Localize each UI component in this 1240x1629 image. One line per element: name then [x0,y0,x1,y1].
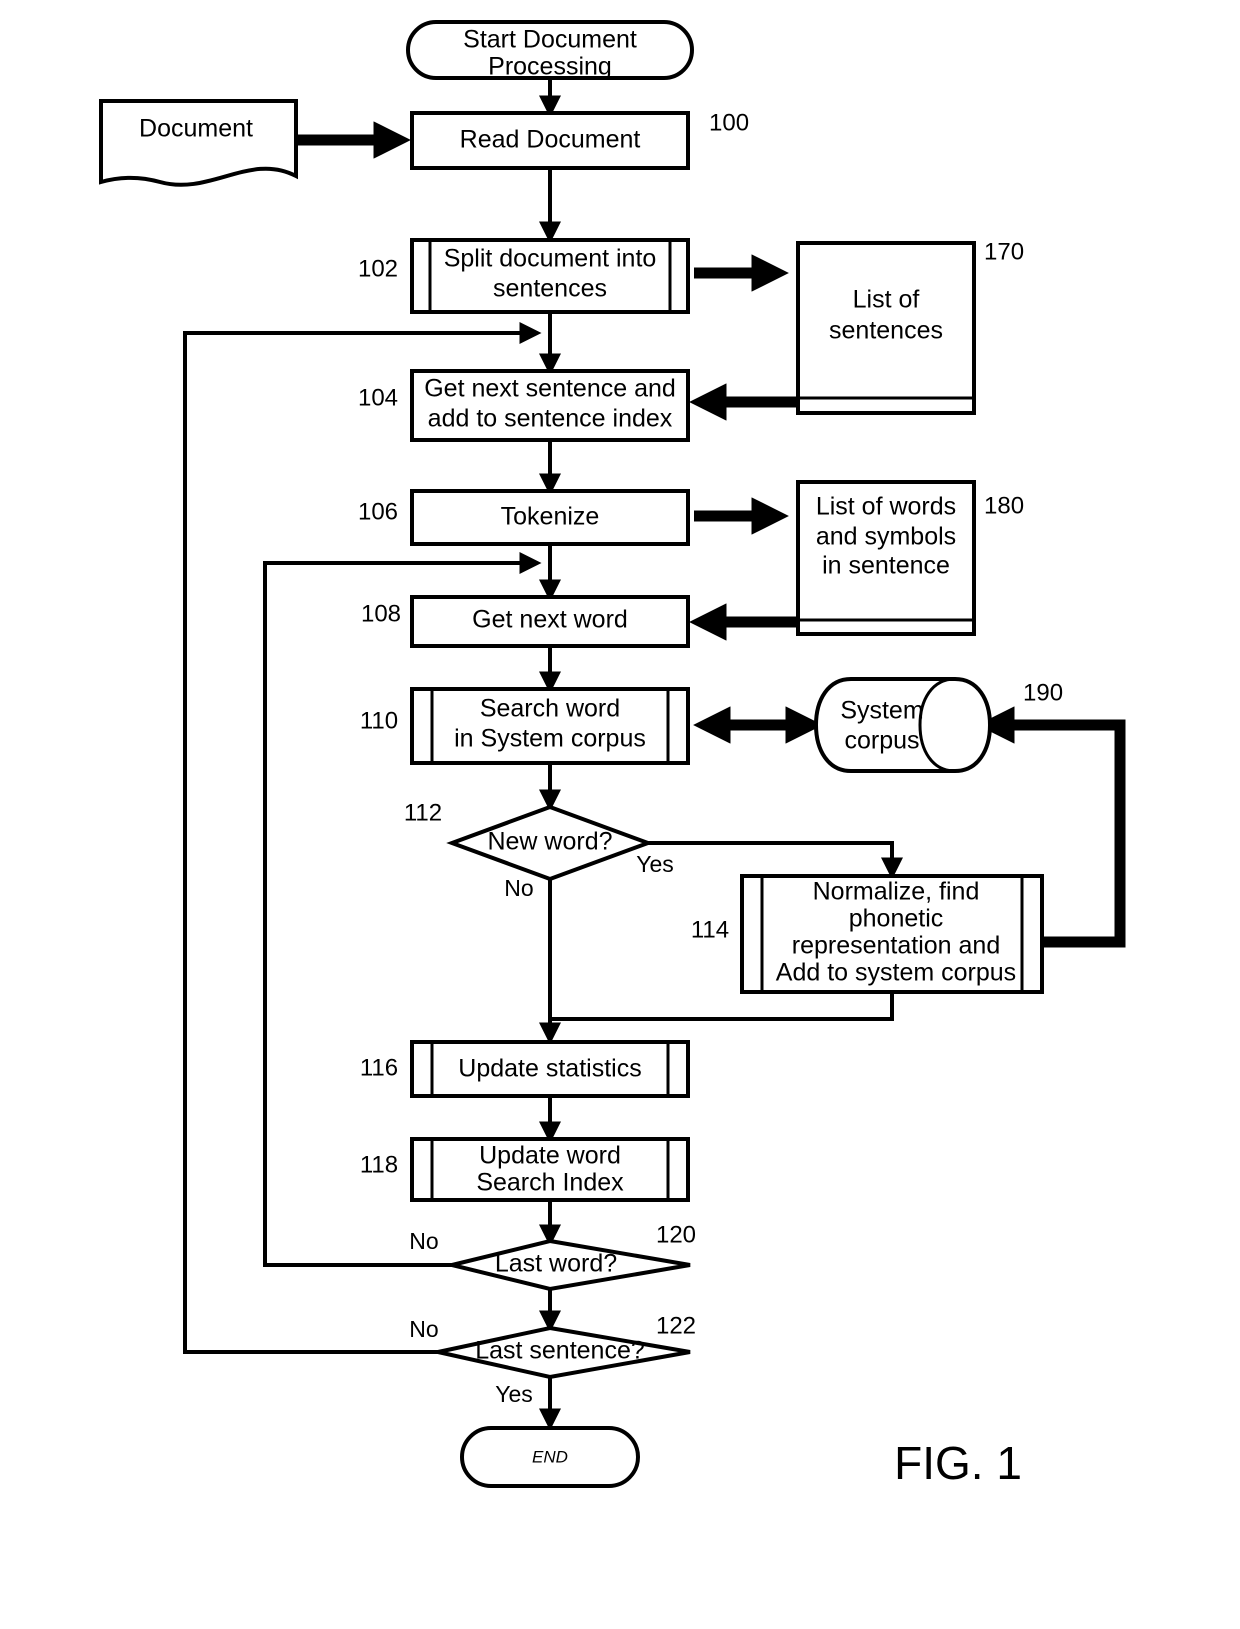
connector-normalize-to-mainflow [550,992,894,1021]
node-system-corpus-label-line1: System [840,697,923,725]
node-list-of-sentences: List of sentences 170 [796,238,1024,415]
node-normalize-label-line3: representation and [792,932,1000,960]
node-document-input: Document [99,99,298,187]
node-end: END [460,1426,640,1488]
node-get-next-sentence-label-line1: Get next sentence and [424,375,676,403]
node-update-search-index-label-line1: Update word [479,1142,621,1170]
ref-number-104: 104 [358,384,398,411]
node-list-of-words: List of words and symbols in sentence 18… [796,480,1024,636]
node-split-document-label-line2: sentences [493,275,607,303]
ref-number-114: 114 [691,916,729,943]
node-update-statistics-label: Update statistics [458,1055,641,1083]
ref-number-106: 106 [358,498,398,525]
node-normalize-label-line1: Normalize, find [813,878,980,906]
node-read-document-label: Read Document [460,126,641,154]
edge-label-last-word-no: No [409,1228,438,1254]
edge-label-new-word-no: No [504,875,533,901]
node-last-word-label: Last word? [495,1250,617,1278]
node-list-of-words-label-line3: in sentence [822,552,950,580]
node-search-word: Search word in System corpus 110 [360,687,690,765]
node-start-label-line1: Start Document [463,26,637,54]
node-update-search-index-label-line2: Search Index [476,1169,624,1197]
node-new-word-decision: New word? 112 Yes No [404,799,674,901]
node-end-label: END [532,1447,568,1466]
node-get-next-sentence-label-line2: add to sentence index [428,405,673,433]
node-start: Start Document Processing [406,20,694,81]
ref-number-180: 180 [984,492,1024,519]
node-list-of-sentences-label-line1: List of [853,286,920,314]
flowchart-diagram: Start Document Processing Document Read … [99,20,1126,1489]
node-last-word-decision: Last word? 120 No [409,1221,696,1292]
ref-number-170: 170 [984,238,1024,265]
node-last-sentence-decision: Last sentence? 122 No Yes [409,1312,696,1407]
node-list-of-words-label-line1: List of words [816,493,956,521]
node-search-word-label-line2: in System corpus [454,725,646,753]
node-normalize: Normalize, find phonetic representation … [691,874,1044,994]
node-split-document-label-line1: Split document into [444,245,657,273]
node-tokenize-label: Tokenize [501,503,600,531]
node-start-label-line2: Processing [488,53,612,81]
ref-number-120: 120 [656,1221,696,1248]
figure-label: FIG. 1 [894,1437,1022,1489]
node-get-next-word: Get next word 108 [361,595,690,648]
node-search-word-label-line1: Search word [480,695,620,723]
node-list-of-words-label-line2: and symbols [816,523,956,551]
ref-number-190: 190 [1023,679,1063,706]
node-read-document: Read Document 100 [410,109,749,170]
node-split-document: Split document into sentences 102 [358,238,690,314]
ref-number-100: 100 [709,109,749,136]
node-normalize-label-line2: phonetic [849,905,944,933]
node-last-sentence-label: Last sentence? [475,1337,645,1365]
edge-label-new-word-yes: Yes [636,851,674,877]
ref-number-118: 118 [360,1151,398,1178]
node-new-word-label: New word? [487,828,612,856]
node-tokenize: Tokenize 106 [358,489,690,546]
figure-canvas: Start Document Processing Document Read … [0,0,1240,1629]
node-get-next-sentence: Get next sentence and add to sentence in… [358,369,690,442]
node-update-statistics: Update statistics 116 [360,1040,690,1098]
node-system-corpus-label-line2: corpus [844,727,919,755]
node-document-label: Document [139,115,253,143]
ref-number-102: 102 [358,255,398,282]
node-update-search-index: Update word Search Index 118 [360,1137,690,1202]
ref-number-122: 122 [656,1312,696,1339]
ref-number-110: 110 [360,707,398,734]
ref-number-108: 108 [361,600,401,627]
connector-newword-yes-to-normalize [648,841,903,880]
ref-number-116: 116 [360,1054,398,1081]
node-get-next-word-label: Get next word [472,606,628,634]
node-normalize-label-line4: Add to system corpus [776,959,1016,987]
node-list-of-sentences-label-line2: sentences [829,317,943,345]
ref-number-112: 112 [404,799,442,826]
edge-label-last-sentence-yes: Yes [495,1381,533,1407]
edge-label-last-sentence-no: No [409,1316,438,1342]
